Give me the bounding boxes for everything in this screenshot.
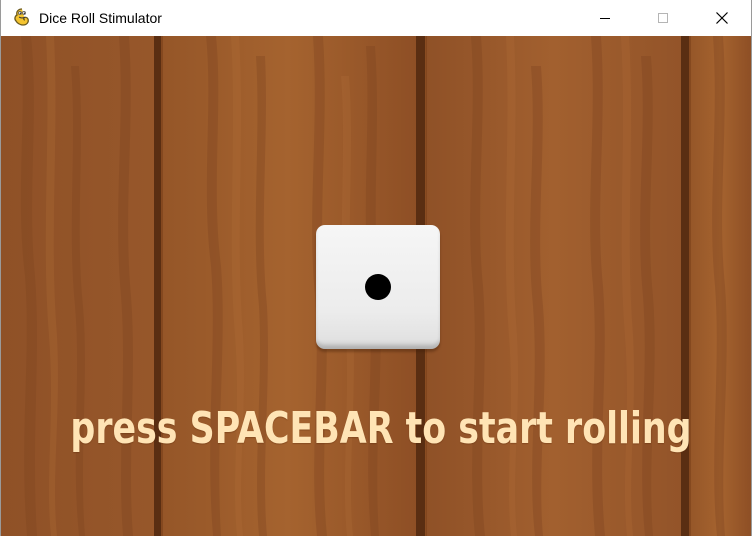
game-window: Dice Roll Stimulator press SPACEBAR to s… <box>0 0 752 536</box>
title-bar[interactable]: Dice Roll Stimulator <box>1 0 751 36</box>
minimize-icon <box>600 18 610 19</box>
game-canvas[interactable]: press SPACEBAR to start rolling <box>1 36 751 536</box>
close-icon <box>716 12 728 24</box>
pygame-snake-icon <box>14 8 29 26</box>
start-prompt-text: press SPACEBAR to start rolling <box>70 404 692 454</box>
die-pip <box>365 274 391 300</box>
maximize-icon <box>658 13 668 23</box>
maximize-button[interactable] <box>634 0 692 36</box>
window-title: Dice Roll Stimulator <box>39 10 162 26</box>
die <box>316 225 440 349</box>
minimize-button[interactable] <box>576 0 634 36</box>
close-button[interactable] <box>693 0 751 36</box>
